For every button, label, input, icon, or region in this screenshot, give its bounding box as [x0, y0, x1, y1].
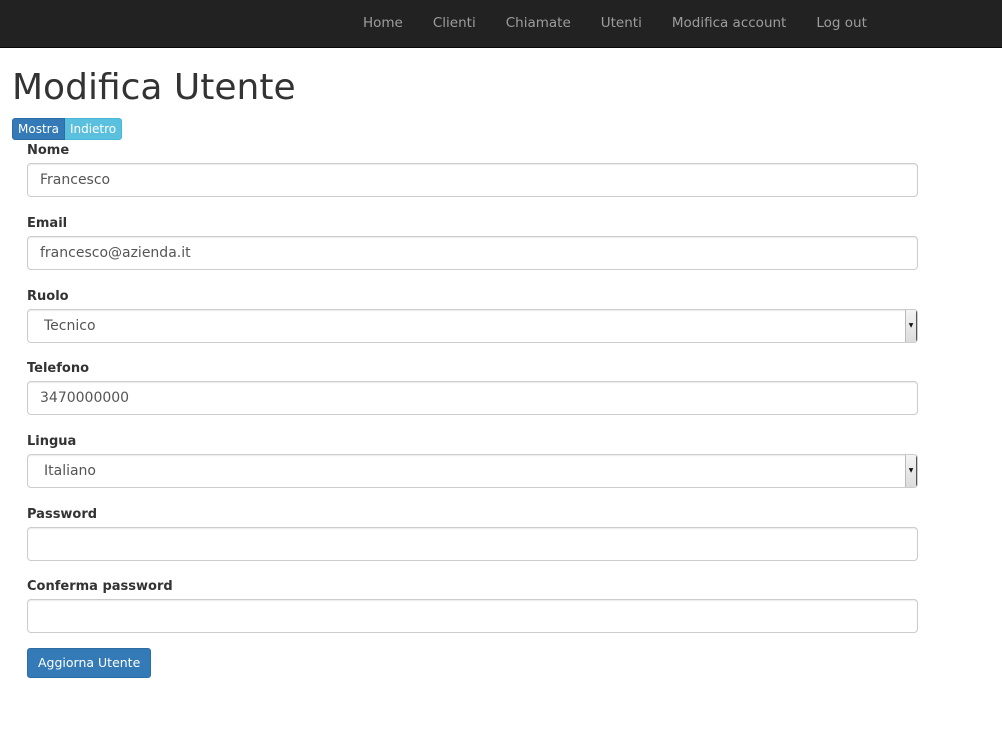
- show-button[interactable]: Mostra: [12, 118, 65, 140]
- form-group-nome: Nome Francesco: [27, 143, 918, 197]
- ruolo-label: Ruolo: [27, 289, 69, 304]
- email-input[interactable]: francesco@azienda.it: [27, 236, 918, 270]
- nav-link-modifica-account[interactable]: Modifica account: [657, 0, 802, 47]
- conferma-password-label: Conferma password: [27, 579, 173, 594]
- telefono-label: Telefono: [27, 361, 90, 376]
- form-group-lingua: Lingua Italiano ▼: [27, 434, 918, 488]
- email-label: Email: [27, 216, 68, 231]
- form-group-conferma-password: Conferma password: [27, 579, 918, 633]
- ruolo-select[interactable]: Tecnico ▼: [27, 309, 918, 343]
- update-user-button[interactable]: Aggiorna Utente: [27, 648, 152, 678]
- form-group-email: Email francesco@azienda.it: [27, 216, 918, 270]
- nav-link-chiamate[interactable]: Chiamate: [491, 0, 586, 47]
- nav-link-home[interactable]: Home: [348, 0, 418, 47]
- action-button-group: Mostra Indietro: [12, 118, 123, 140]
- ruolo-selected-value: Tecnico: [44, 318, 96, 334]
- conferma-password-input[interactable]: [27, 599, 918, 633]
- password-label: Password: [27, 507, 98, 522]
- chevron-down-icon[interactable]: ▼: [905, 455, 917, 487]
- lingua-selected-value: Italiano: [44, 463, 96, 479]
- password-input[interactable]: [27, 527, 918, 561]
- nome-input[interactable]: Francesco: [27, 163, 918, 197]
- form-group-ruolo: Ruolo Tecnico ▼: [27, 289, 918, 343]
- nav-links: Home Clienti Chiamate Utenti Modifica ac…: [348, 0, 882, 47]
- chevron-down-icon[interactable]: ▼: [905, 310, 917, 342]
- nome-label: Nome: [27, 143, 70, 158]
- lingua-select[interactable]: Italiano ▼: [27, 454, 918, 488]
- form-group-telefono: Telefono 3470000000: [27, 361, 918, 415]
- nav-link-log-out[interactable]: Log out: [801, 0, 882, 47]
- nav-link-clienti[interactable]: Clienti: [418, 0, 491, 47]
- nav-link-utenti[interactable]: Utenti: [586, 0, 657, 47]
- form-group-password: Password: [27, 507, 918, 561]
- page-title: Modifica Utente: [12, 67, 296, 108]
- back-button[interactable]: Indietro: [64, 118, 123, 140]
- lingua-label: Lingua: [27, 434, 77, 449]
- telefono-input[interactable]: 3470000000: [27, 381, 918, 415]
- top-navbar: Home Clienti Chiamate Utenti Modifica ac…: [0, 0, 1002, 48]
